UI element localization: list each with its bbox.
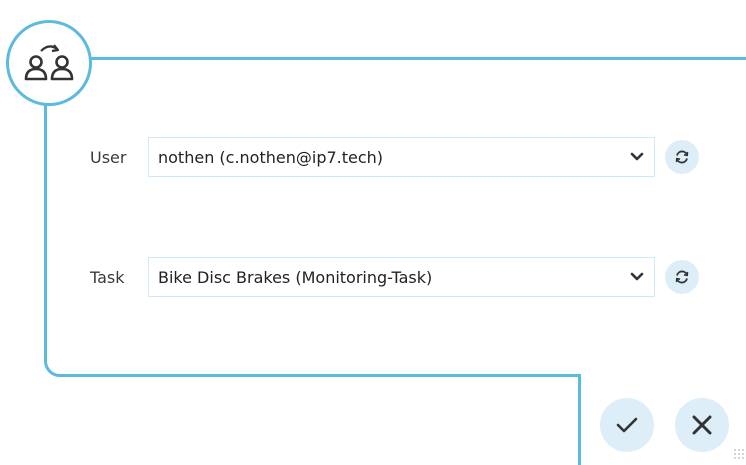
refresh-icon [675,270,689,284]
user-select[interactable]: nothen (c.nothen@ip7.tech) [148,137,655,177]
dialog: User nothen (c.nothen@ip7.tech) Task Bik… [0,0,746,465]
user-switch-icon [24,44,74,81]
close-icon [692,415,712,435]
task-row: Task Bike Disc Brakes (Monitoring-Task) [90,257,699,297]
user-refresh-button[interactable] [665,140,699,174]
refresh-icon [675,150,689,164]
user-switch-badge [6,20,92,106]
chevron-down-icon [630,272,644,281]
form-panel [44,57,746,377]
task-label: Task [90,267,125,287]
user-label: User [90,147,127,167]
resize-grip-icon[interactable] [733,448,745,460]
user-select-value: nothen (c.nothen@ip7.tech) [158,147,384,167]
task-select[interactable]: Bike Disc Brakes (Monitoring-Task) [148,257,655,297]
confirm-button[interactable] [600,398,654,452]
cancel-button[interactable] [675,398,729,452]
user-row: User nothen (c.nothen@ip7.tech) [90,137,699,177]
task-refresh-button[interactable] [665,260,699,294]
chevron-down-icon [630,152,644,161]
task-select-value: Bike Disc Brakes (Monitoring-Task) [158,267,433,287]
checkmark-icon [616,417,638,433]
